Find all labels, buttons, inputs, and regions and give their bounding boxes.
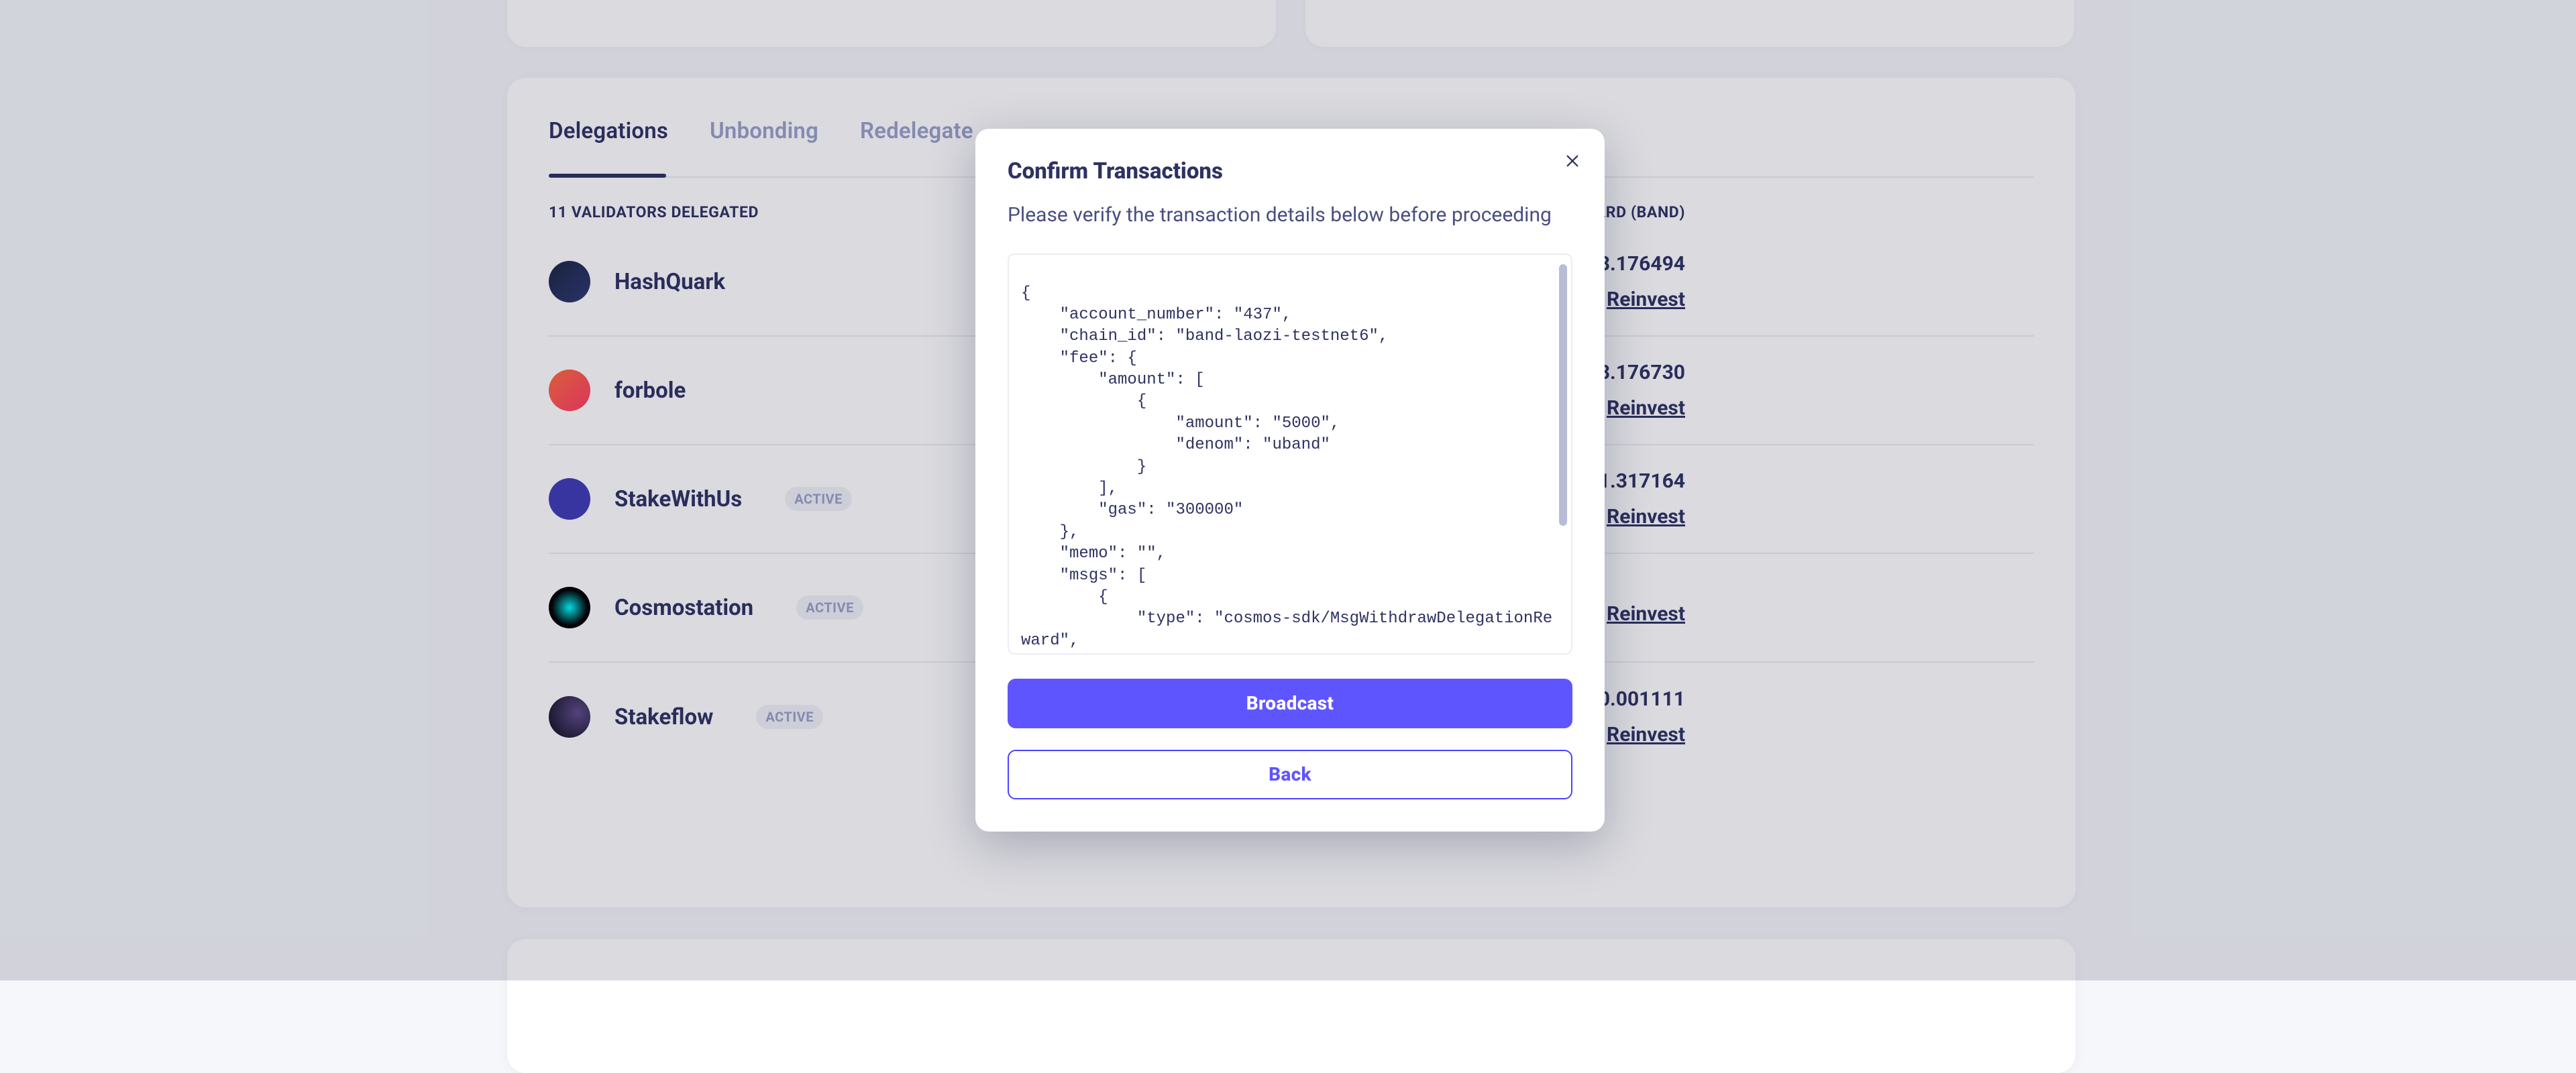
back-button[interactable]: Back	[1008, 750, 1572, 799]
broadcast-button[interactable]: Broadcast	[1008, 679, 1572, 728]
scrollbar-thumb[interactable]	[1559, 264, 1567, 526]
modal-title: Confirm Transactions	[1008, 158, 1572, 184]
modal-description: Please verify the transaction details be…	[1008, 202, 1572, 229]
transaction-json[interactable]: { "account_number": "437", "chain_id": "…	[1008, 253, 1572, 655]
close-button[interactable]	[1559, 148, 1586, 174]
modal-actions: Broadcast Back	[1008, 679, 1572, 799]
close-icon	[1565, 154, 1580, 168]
confirm-transactions-modal: Confirm Transactions Please verify the t…	[975, 129, 1605, 832]
transaction-json-text: { "account_number": "437", "chain_id": "…	[1021, 283, 1559, 655]
